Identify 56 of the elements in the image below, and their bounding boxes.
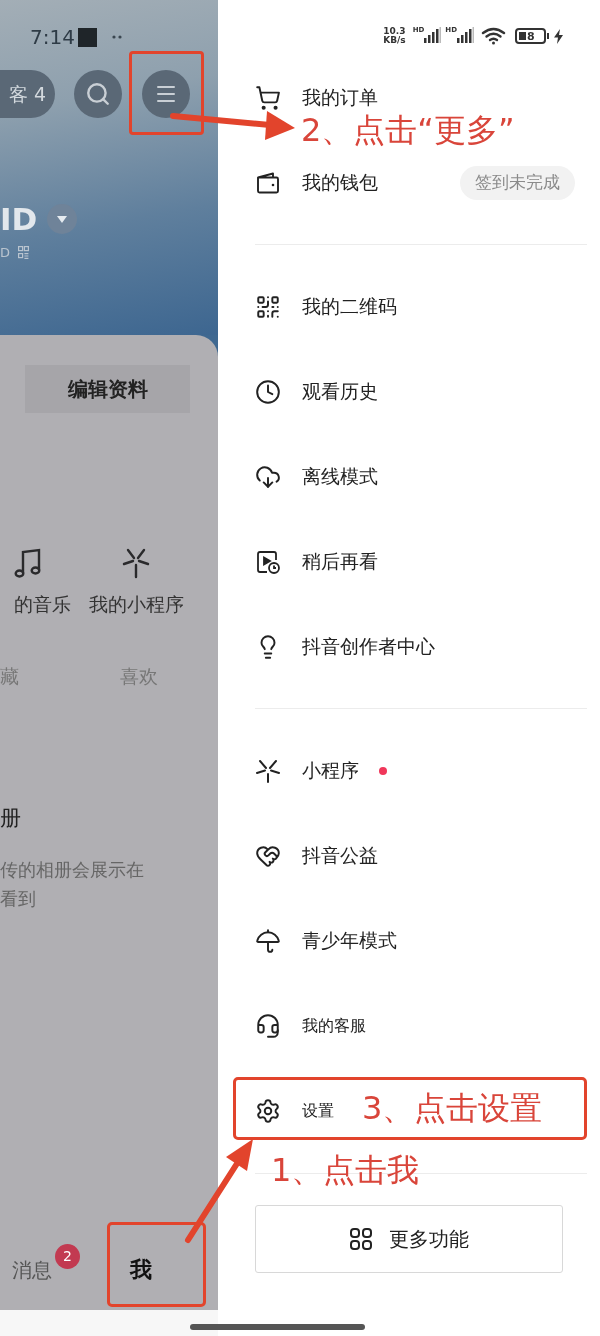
clock-icon <box>255 378 281 405</box>
menu-item[interactable]: 我的钱包 <box>255 168 378 197</box>
more-features-button[interactable]: 更多功能 <box>255 1205 563 1273</box>
play-clock-icon <box>255 548 281 575</box>
menu-item[interactable]: 我的订单 <box>255 83 378 112</box>
search-button[interactable] <box>74 70 122 118</box>
menu-item[interactable]: 青少年模式 <box>255 926 397 955</box>
menu-button[interactable] <box>142 70 190 118</box>
annotation-text: 1、点击我 <box>271 1151 420 1189</box>
cloud-download-icon <box>255 463 281 490</box>
asterisk-icon <box>122 547 150 579</box>
shortcut-button[interactable]: 我的小程序 <box>86 547 186 615</box>
profile-id-text: D <box>0 245 10 260</box>
visitors-button[interactable]: 客 4 <box>0 70 55 118</box>
charging-icon <box>554 28 563 44</box>
music-note-icon <box>14 547 42 579</box>
menu-item[interactable]: 观看历史 <box>255 377 378 406</box>
menu-item[interactable]: 离线模式 <box>255 462 378 491</box>
nav-tab[interactable]: 我 <box>130 1258 152 1282</box>
grid-icon <box>349 1227 373 1251</box>
album-description: 看到 <box>0 887 37 911</box>
menu-item[interactable]: 我的二维码 <box>255 292 397 321</box>
notification-badge: 2 <box>55 1244 80 1269</box>
menu-item[interactable]: 抖音公益 <box>255 841 378 870</box>
dots-icon <box>111 35 122 39</box>
album-title: 册 <box>0 805 22 831</box>
annotation-text: 3、点击设置 <box>362 1089 543 1127</box>
square-icon <box>77 27 97 47</box>
check-in-badge: 签到未完成 <box>460 165 575 200</box>
qr-code-icon <box>18 246 29 259</box>
album-description: 传的相册会展示在 <box>0 858 145 882</box>
edit-profile-button[interactable]: 编辑资料 <box>25 365 190 413</box>
menu-item[interactable]: 我的客服 <box>255 1012 366 1039</box>
signal-icon <box>457 27 474 43</box>
menu-item[interactable]: 小程序 <box>255 756 359 785</box>
search-icon <box>85 81 111 107</box>
qr-code-icon <box>255 293 281 320</box>
settings-icon <box>255 1097 281 1124</box>
wifi-icon <box>481 27 506 45</box>
menu-item[interactable]: 抖音创作者中心 <box>255 632 435 661</box>
annotation-text: 2、点击“更多” <box>301 111 515 149</box>
cart-icon <box>255 84 281 111</box>
caret-icon <box>57 215 68 223</box>
menu-item[interactable]: 设置 <box>255 1097 334 1124</box>
network-speed: 10.3 <box>383 27 406 36</box>
profile-name: ID <box>0 203 38 235</box>
battery-indicator: 8 <box>515 28 549 44</box>
menu-item[interactable]: 稍后再看 <box>255 547 378 576</box>
signal-icon <box>424 27 442 43</box>
asterisk-icon <box>255 757 281 784</box>
headset-icon <box>255 1012 281 1039</box>
status-time: 7:14 <box>30 27 75 47</box>
dropdown-button[interactable] <box>47 204 78 234</box>
umbrella-icon <box>255 927 281 954</box>
speed-unit: KB/s <box>383 36 406 45</box>
shortcut-button[interactable]: 的音乐 <box>0 547 71 615</box>
